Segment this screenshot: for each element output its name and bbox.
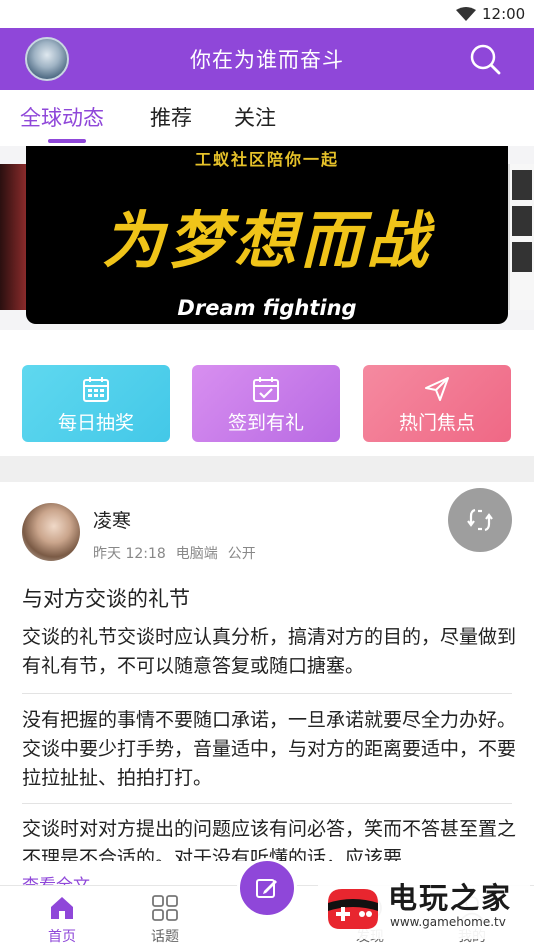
- post-author-name[interactable]: 凌寒: [93, 506, 131, 533]
- post-visibility: 公开: [227, 546, 256, 562]
- gamepad-logo-icon: [328, 889, 378, 929]
- status-time: 12:00: [482, 5, 526, 23]
- nav-topics[interactable]: 话题: [125, 886, 205, 949]
- watermark-name: 电玩之家: [388, 881, 513, 915]
- banner-slide[interactable]: 工蚁社区陪你一起 为梦想而战 Dream fighting: [26, 146, 508, 324]
- post-device: 电脑端: [175, 546, 218, 562]
- nav-home[interactable]: 首页: [22, 886, 102, 949]
- refresh-icon: [467, 508, 493, 532]
- paragraph-divider: [22, 693, 512, 694]
- section-divider: [0, 456, 534, 482]
- tab-recommend[interactable]: 推荐: [150, 102, 192, 132]
- banner-en-text: Dream fighting: [177, 296, 357, 320]
- post-meta: 昨天 12:18 电脑端 公开: [93, 543, 266, 563]
- banner-next-slide[interactable]: [508, 164, 534, 310]
- banner-top-text: 工蚁社区陪你一起: [194, 150, 339, 169]
- tab-indicator: [48, 139, 86, 143]
- hot-topics-label: 热门焦点: [398, 412, 475, 434]
- page-title: 你在为谁而奋斗: [190, 48, 344, 72]
- check-in-label: 签到有礼: [227, 412, 304, 434]
- banner-carousel: 工蚁社区陪你一起 为梦想而战 Dream fighting: [0, 146, 534, 330]
- send-icon: [425, 377, 449, 401]
- nav-topics-label: 话题: [151, 929, 179, 945]
- post-paragraph: 交谈时对对方提出的问题应该有问必答，笑而不答甚至置之不理是不合适的。对于没有听懂…: [22, 818, 516, 861]
- home-icon: [51, 897, 73, 919]
- nav-home-label: 首页: [48, 929, 76, 945]
- post-author-avatar[interactable]: [22, 503, 80, 561]
- post-paragraph: 交谈的礼节交谈时应认真分析，搞清对方的目的，尽量做到有礼有节，不可以随意答复或随…: [22, 626, 517, 677]
- calendar-icon: [83, 377, 109, 402]
- tab-bar: 全球动态 推荐 关注: [0, 90, 534, 146]
- watermark: 电玩之家 www.gamehome.tv: [318, 875, 530, 939]
- wifi-icon: [456, 7, 476, 21]
- hot-topics-button[interactable]: 热门焦点: [363, 365, 511, 442]
- daily-lottery-label: 每日抽奖: [57, 412, 134, 434]
- tab-global-feed[interactable]: 全球动态: [20, 102, 104, 132]
- edit-icon: [256, 879, 277, 898]
- calendar-check-icon: [253, 377, 279, 402]
- tab-following[interactable]: 关注: [234, 102, 276, 132]
- post-paragraph: 没有把握的事情不要随口承诺，一旦承诺就要尽全力办好。交谈中要少打手势，音量适中，…: [22, 709, 517, 789]
- check-in-button[interactable]: 签到有礼: [192, 365, 340, 442]
- search-icon[interactable]: [468, 42, 502, 76]
- banner-main-text: 为梦想而战: [101, 204, 432, 277]
- status-bar: 12:00: [0, 0, 534, 28]
- grid-icon: [152, 895, 178, 921]
- post-time: 昨天 12:18: [93, 546, 166, 562]
- refresh-button[interactable]: [448, 488, 512, 552]
- banner-prev-slide[interactable]: [0, 164, 26, 310]
- watermark-url: www.gamehome.tv: [390, 915, 506, 929]
- compose-button[interactable]: [237, 858, 297, 918]
- paragraph-divider: [22, 803, 512, 804]
- daily-lottery-button[interactable]: 每日抽奖: [22, 365, 170, 442]
- app-header: 你在为谁而奋斗: [0, 28, 534, 90]
- post-title[interactable]: 与对方交谈的礼节: [22, 583, 190, 613]
